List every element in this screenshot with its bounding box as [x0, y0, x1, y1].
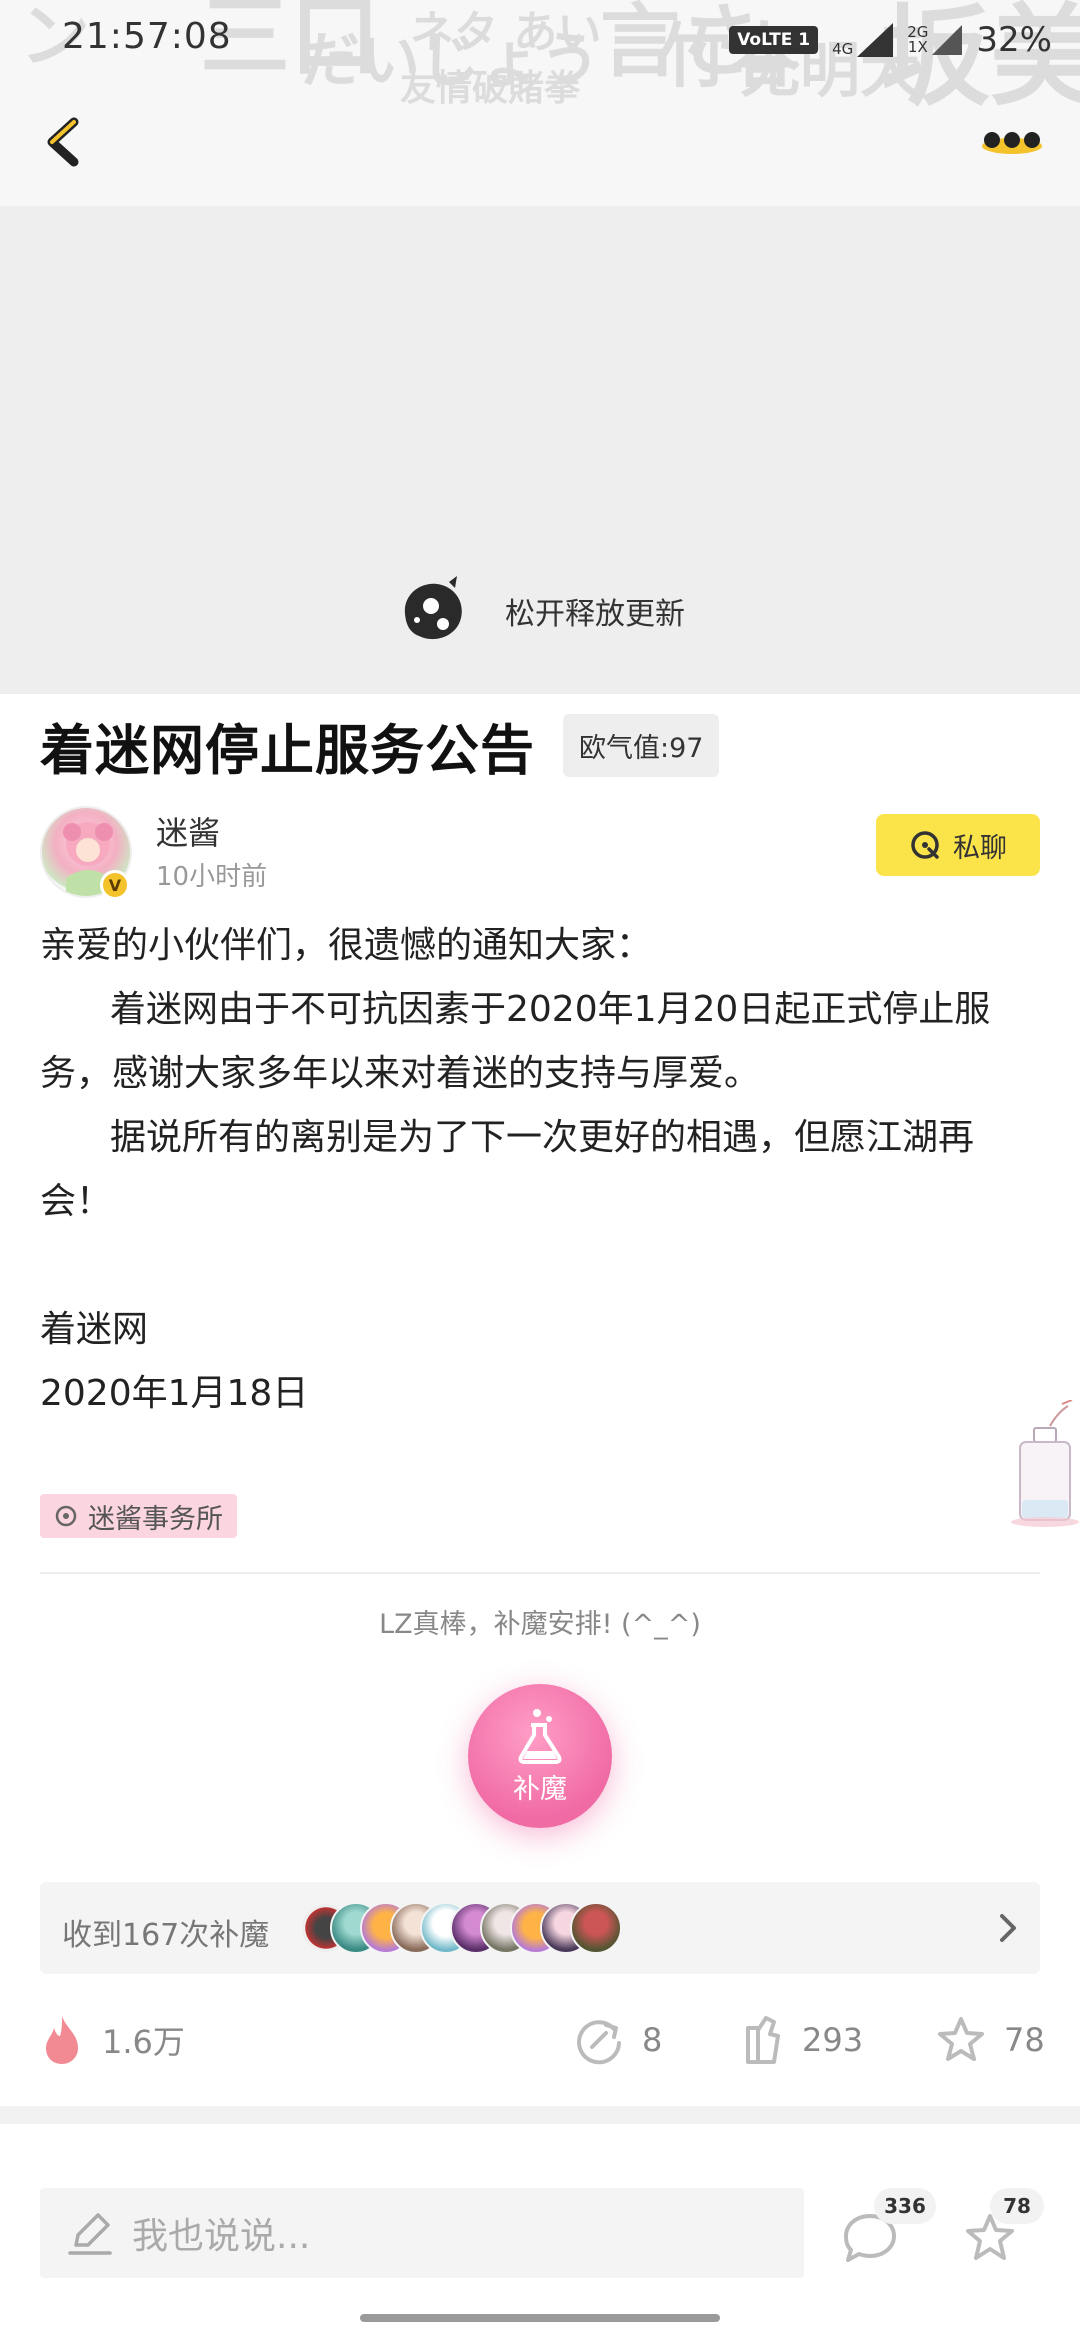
- like-count: 293: [802, 2021, 864, 2059]
- body-signature: 着迷网: [40, 1309, 149, 1350]
- refresh-indicator: 松开释放更新: [0, 576, 1080, 646]
- more-icon: [982, 132, 1042, 154]
- status-icons: VoLTE 1 4G 2G 1X 32%: [729, 18, 1052, 62]
- section-separator: [0, 2106, 1080, 2124]
- comment-placeholder: 我也说说...: [132, 2216, 311, 2257]
- share-stat[interactable]: 8: [574, 2010, 662, 2070]
- refresh-text: 松开释放更新: [505, 597, 685, 632]
- title-row: 着迷网停止服务公告 欧气值:97: [40, 706, 720, 785]
- volte-badge: VoLTE 1: [729, 26, 819, 54]
- chevron-right-icon: [1000, 1914, 1016, 1942]
- post-time: 10小时前: [156, 862, 268, 892]
- comment-count-badge: 336: [874, 2188, 936, 2224]
- bottle-icon: [1011, 1399, 1079, 1527]
- heat-count: 1.6万: [102, 2023, 185, 2061]
- post-stats: 1.6万 8 293 78: [40, 2010, 1045, 2070]
- like-stat[interactable]: 293: [740, 2010, 863, 2070]
- post-title: 着迷网停止服务公告: [40, 719, 535, 782]
- divider: [40, 1572, 1040, 1574]
- tag-icon: [55, 1505, 77, 1527]
- reward-summary-bar[interactable]: 收到167次补魔: [40, 1882, 1040, 1974]
- favorite-stat[interactable]: 78: [936, 2010, 1045, 2070]
- author-row: V 迷酱 10小时前 私聊: [40, 806, 1040, 902]
- body-paragraph-1: 着迷网由于不可抗因素于2020年1月20日起正式停止服务，感谢大家多年以来对着迷…: [40, 989, 991, 1094]
- top-header: ン 三口 だいじょう ネタ あい 友情破賭拳 言さ 竹春 无明大 坂美 21:5…: [0, 0, 1080, 206]
- reward-count: 收到167次补魔: [62, 1918, 270, 1953]
- signal-2g: 2G 1X: [907, 25, 963, 55]
- chat-icon: [911, 831, 939, 859]
- like-icon: [746, 2016, 780, 2064]
- luck-value-badge: 欧气值:97: [563, 714, 720, 777]
- signal-bars-icon: [857, 23, 894, 57]
- reward-button[interactable]: 补魔: [468, 1684, 612, 1828]
- share-count: 8: [642, 2021, 663, 2059]
- share-icon: [577, 2020, 621, 2065]
- comments-button[interactable]: 336: [840, 2188, 936, 2268]
- refresh-mascot-icon: [404, 576, 462, 640]
- signal-bars-icon: [932, 25, 963, 55]
- reward-caption: LZ真棒，补魔安排! (^_^): [379, 1609, 701, 1640]
- floating-bottle-widget[interactable]: [1010, 1399, 1080, 1530]
- back-icon: [47, 117, 79, 167]
- favorite-count: 78: [1004, 2021, 1045, 2059]
- pen-icon: [68, 2213, 112, 2255]
- back-button[interactable]: [40, 112, 90, 172]
- pull-refresh-area: 松开释放更新: [0, 206, 1080, 694]
- flask-icon: [518, 1708, 562, 1764]
- post-content: 着迷网停止服务公告 欧气值:97 V 迷酱 10小时前 私聊 亲爱的小伙伴们，很: [0, 694, 1080, 2106]
- body-paragraph-2: 据说所有的离别是为了下一次更好的相遇，但愿江湖再会！: [40, 1117, 975, 1222]
- signal-4g: 4G: [832, 23, 894, 57]
- favorite-button[interactable]: 78: [962, 2188, 1044, 2268]
- private-message-button[interactable]: 私聊: [876, 814, 1040, 876]
- heat-stat: 1.6万: [40, 2010, 185, 2070]
- post-body: 亲爱的小伙伴们，很遗憾的通知大家： 着迷网由于不可抗因素于2020年1月20日起…: [40, 914, 1040, 1426]
- author-name[interactable]: 迷酱: [156, 808, 220, 854]
- favorite-count-badge: 78: [990, 2188, 1044, 2224]
- status-time: 21:57:08: [62, 16, 232, 57]
- flame-icon: [46, 2016, 78, 2064]
- comment-input[interactable]: 我也说说...: [40, 2188, 804, 2278]
- topic-tag-label: 迷酱事务所: [88, 1503, 223, 1535]
- topic-tag[interactable]: 迷酱事务所: [40, 1494, 237, 1538]
- battery-level: 32%: [976, 20, 1052, 60]
- body-date: 2020年1月18日: [40, 1373, 309, 1414]
- reward-button-label: 补魔: [513, 1773, 567, 1805]
- private-message-label: 私聊: [953, 832, 1007, 864]
- star-icon: [938, 2017, 984, 2061]
- more-button[interactable]: [980, 126, 1044, 156]
- reward-user-avatar: [570, 1902, 622, 1954]
- bottom-bar: 我也说说... 336 78: [0, 2124, 1080, 2340]
- home-indicator[interactable]: [360, 2314, 720, 2322]
- verified-badge: V: [100, 870, 130, 900]
- body-greeting: 亲爱的小伙伴们，很遗憾的通知大家：: [40, 925, 653, 966]
